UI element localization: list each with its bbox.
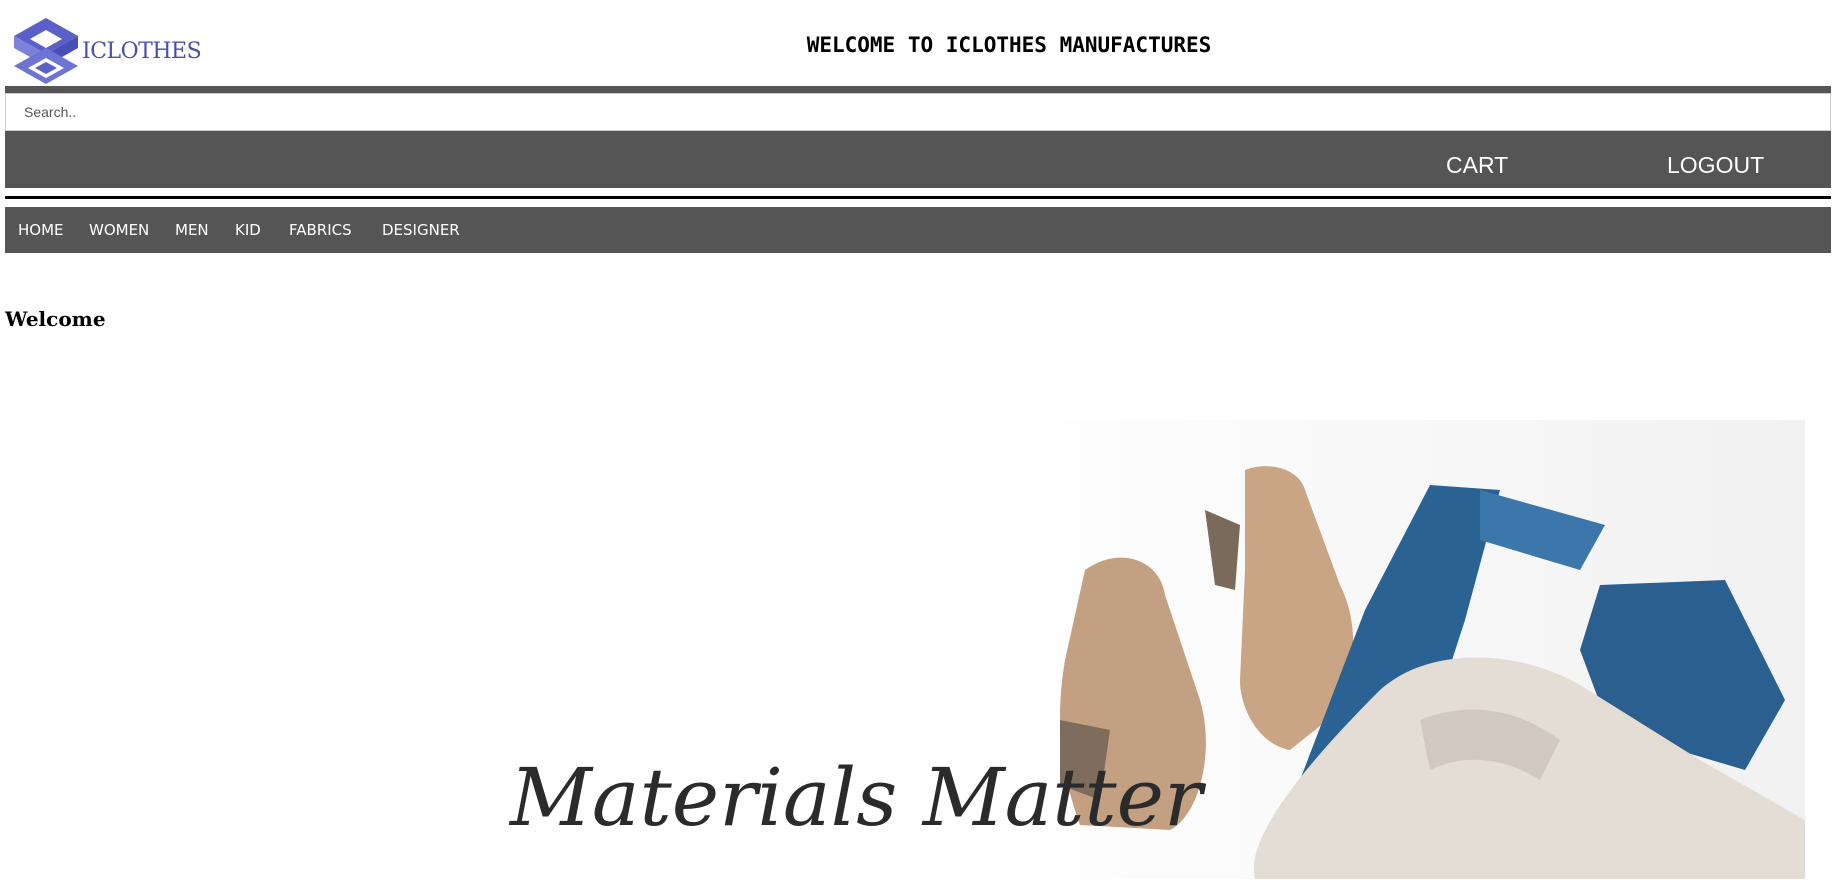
site-header: ICLOTHES WELCOME TO ICLOTHES MANUFACTURE… (0, 0, 1835, 86)
nav-item-designer[interactable]: DESIGNER (382, 221, 460, 239)
nav-item-women[interactable]: WOMEN (89, 221, 149, 239)
account-bar (5, 131, 1831, 188)
cart-link[interactable]: CART (1446, 152, 1508, 179)
main-nav (5, 207, 1831, 253)
nav-item-men[interactable]: MEN (175, 221, 209, 239)
welcome-heading: Welcome (5, 307, 106, 331)
nav-item-home[interactable]: HOME (18, 221, 64, 239)
header-divider-bar (5, 86, 1831, 93)
hero-banner: Materials Matter (0, 420, 1835, 879)
hero-image: Materials Matter (508, 420, 1805, 879)
banner-text: Materials Matter (508, 751, 1207, 844)
search-input[interactable] (5, 93, 1831, 131)
nav-item-kid[interactable]: KID (235, 221, 261, 239)
divider (5, 196, 1831, 199)
nav-item-fabrics[interactable]: FABRICS (289, 221, 352, 239)
logout-link[interactable]: LOGOUT (1667, 152, 1764, 179)
page-title: WELCOME TO ICLOTHES MANUFACTURES (806, 33, 1212, 57)
